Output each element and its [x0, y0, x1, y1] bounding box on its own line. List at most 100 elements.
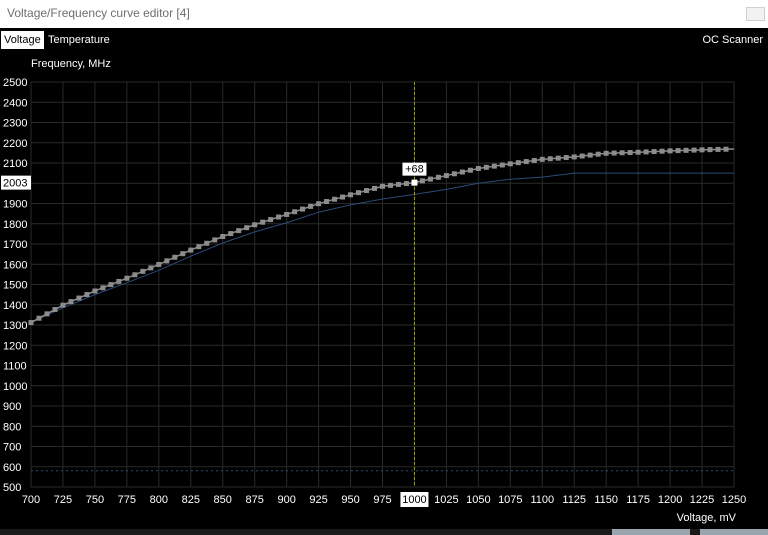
- vf-curve-chart[interactable]: 500 600 700 800 900 1000 1100 1200 1300 1400 1500 1…: [0, 0, 768, 535]
- curve-point[interactable]: [204, 240, 210, 246]
- curve-point[interactable]: [36, 315, 42, 321]
- curve-point[interactable]: [483, 164, 489, 170]
- curve-point[interactable]: [244, 225, 250, 231]
- curve-point[interactable]: [531, 157, 537, 163]
- curve-point[interactable]: [332, 196, 338, 202]
- curve-point[interactable]: [419, 178, 425, 184]
- curve-point[interactable]: [643, 149, 649, 155]
- curve-point[interactable]: [196, 244, 202, 250]
- curve-point[interactable]: [68, 299, 74, 305]
- curve-point[interactable]: [300, 206, 306, 212]
- curve-point[interactable]: [635, 149, 641, 155]
- curve-point[interactable]: [427, 176, 433, 182]
- curve-point[interactable]: [555, 155, 561, 161]
- x-tick-label: 975: [373, 494, 391, 506]
- curve-point[interactable]: [395, 181, 401, 187]
- curve-point[interactable]: [76, 295, 82, 301]
- curve-point[interactable]: [348, 192, 354, 198]
- curve-point[interactable]: [228, 231, 234, 237]
- curve-point[interactable]: [28, 320, 34, 326]
- curve-point[interactable]: [627, 150, 633, 156]
- curve-point[interactable]: [156, 261, 162, 267]
- curve-point[interactable]: [659, 148, 665, 154]
- curve-point[interactable]: [571, 154, 577, 160]
- x-tick-label: 1225: [690, 494, 714, 506]
- curve-point[interactable]: [611, 150, 617, 156]
- curve-point[interactable]: [587, 152, 593, 158]
- curve-point[interactable]: [507, 161, 513, 167]
- curve-point[interactable]: [651, 149, 657, 155]
- curve-point[interactable]: [563, 155, 569, 161]
- curve-point[interactable]: [579, 153, 585, 159]
- curve-point[interactable]: [364, 188, 370, 194]
- curve-point[interactable]: [212, 237, 218, 243]
- curve-point[interactable]: [260, 219, 266, 225]
- y-tick-label: 700: [3, 442, 21, 454]
- curve-point[interactable]: [491, 163, 497, 169]
- curve-point[interactable]: [284, 211, 290, 217]
- curve-point[interactable]: [100, 285, 106, 291]
- curve-point[interactable]: [515, 160, 521, 166]
- curve-point[interactable]: [116, 278, 122, 284]
- curve-point[interactable]: [108, 282, 114, 288]
- curve-point[interactable]: [52, 307, 58, 313]
- curve-point[interactable]: [252, 222, 258, 228]
- curve-point[interactable]: [603, 150, 609, 156]
- curve-point[interactable]: [667, 148, 673, 154]
- curve-point[interactable]: [699, 147, 705, 153]
- curve-point[interactable]: [340, 194, 346, 200]
- curve-point[interactable]: [172, 254, 178, 260]
- curve-point[interactable]: [435, 174, 441, 180]
- x-tick-label: 775: [118, 494, 136, 506]
- y-tick-label: 800: [3, 421, 21, 433]
- curve-point[interactable]: [619, 150, 625, 156]
- curve-point[interactable]: [595, 151, 601, 157]
- curve-point[interactable]: [451, 171, 457, 177]
- curve-point[interactable]: [180, 251, 186, 257]
- curve-point[interactable]: [124, 275, 130, 281]
- curve-point[interactable]: [316, 201, 322, 207]
- curve-point[interactable]: [268, 217, 274, 223]
- curve-point[interactable]: [539, 156, 545, 162]
- curve-point[interactable]: [683, 147, 689, 153]
- curve-point[interactable]: [292, 209, 298, 215]
- curve-point[interactable]: [188, 247, 194, 253]
- curve-point[interactable]: [356, 190, 362, 196]
- curve-point[interactable]: [715, 146, 721, 152]
- curve-point[interactable]: [499, 162, 505, 168]
- curve-point[interactable]: [723, 146, 729, 152]
- curve-point[interactable]: [475, 165, 481, 171]
- curve-point[interactable]: [60, 302, 66, 308]
- curve-point[interactable]: [387, 182, 393, 188]
- curve-point[interactable]: [523, 159, 529, 165]
- curve-point[interactable]: [403, 181, 409, 187]
- curve-point[interactable]: [467, 167, 473, 173]
- curve-point[interactable]: [459, 169, 465, 175]
- curve-point[interactable]: [707, 147, 713, 153]
- curve-point[interactable]: [691, 147, 697, 153]
- curve-point[interactable]: [164, 258, 170, 264]
- curve-point[interactable]: [236, 228, 242, 234]
- selected-curve-point[interactable]: [411, 179, 418, 186]
- curve-point[interactable]: [443, 173, 449, 179]
- y-axis-label: Frequency, MHz: [31, 58, 111, 70]
- y-tick-label: 900: [3, 401, 21, 413]
- curve-point[interactable]: [276, 214, 282, 220]
- offset-tooltip-label: +68: [405, 164, 424, 176]
- curve-point[interactable]: [380, 183, 385, 189]
- curve-point[interactable]: [324, 198, 330, 204]
- curve-point[interactable]: [140, 268, 146, 274]
- curve-point[interactable]: [675, 148, 681, 154]
- curve-point[interactable]: [148, 265, 154, 271]
- horizontal-scrollbar[interactable]: [0, 529, 768, 535]
- curve-point[interactable]: [308, 203, 314, 209]
- curve-point[interactable]: [372, 185, 378, 191]
- curve-point[interactable]: [220, 234, 226, 240]
- curve-point[interactable]: [547, 156, 553, 162]
- curve-point[interactable]: [132, 272, 138, 278]
- curve-point[interactable]: [44, 311, 50, 317]
- scrollbar-thumb[interactable]: [612, 529, 690, 535]
- x-tick-label: 1200: [658, 494, 682, 506]
- curve-point[interactable]: [84, 292, 90, 298]
- curve-point[interactable]: [92, 288, 98, 294]
